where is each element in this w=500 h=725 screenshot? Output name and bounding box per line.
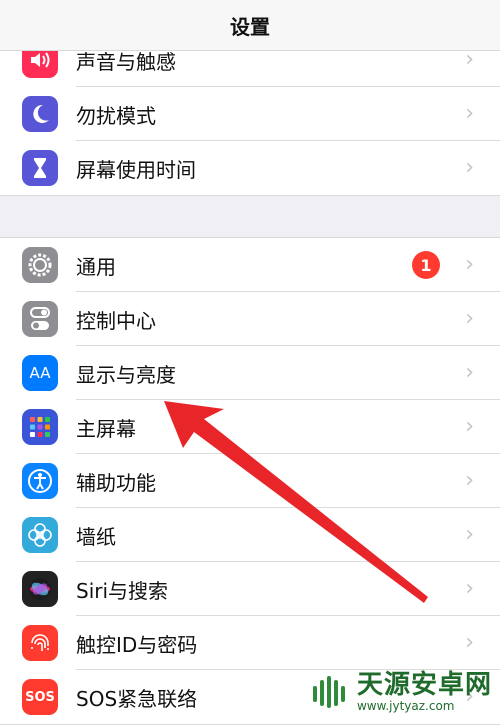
fingerprint-icon: [22, 625, 58, 661]
row-label: 控制中心: [76, 308, 156, 333]
row-home-screen[interactable]: 主屏幕 ›: [0, 400, 500, 454]
row-do-not-disturb[interactable]: 勿扰模式 ›: [0, 87, 500, 141]
chevron-right-icon: ›: [465, 360, 474, 385]
chevron-right-icon: ›: [465, 101, 474, 126]
gear-icon: [22, 247, 58, 283]
row-label: 主屏幕: [76, 416, 136, 441]
toggle-icon: [22, 301, 58, 337]
moon-icon: [22, 96, 58, 132]
row-label: SOS紧急联络: [76, 686, 198, 711]
siri-icon: [22, 571, 58, 607]
nav-bar: 设置: [0, 0, 500, 51]
settings-group-general: 通用 1 › 控制中心 › AA 显示与亮度 › 主屏幕 › 辅助功能 › 墙纸…: [0, 237, 500, 725]
chevron-right-icon: ›: [465, 522, 474, 547]
notification-badge: 1: [412, 251, 440, 279]
accessibility-icon: [22, 463, 58, 499]
watermark-title: 天源安卓网: [356, 670, 492, 700]
row-screen-time[interactable]: 屏幕使用时间 ›: [0, 141, 500, 195]
chevron-right-icon: ›: [465, 155, 474, 180]
chevron-right-icon: ›: [465, 306, 474, 331]
aa-icon-text: AA: [29, 364, 51, 382]
row-display-brightness[interactable]: AA 显示与亮度 ›: [0, 346, 500, 400]
row-label: 显示与亮度: [76, 362, 176, 387]
chevron-right-icon: ›: [465, 414, 474, 439]
row-label: 辅助功能: [76, 470, 156, 495]
chevron-right-icon: ›: [465, 576, 474, 601]
row-label: 墙纸: [76, 524, 116, 549]
row-accessibility[interactable]: 辅助功能 ›: [0, 454, 500, 508]
row-label: 屏幕使用时间: [76, 157, 196, 182]
android-logo-icon: [312, 676, 345, 708]
hourglass-icon: [22, 150, 58, 186]
sos-icon-text: SOS: [25, 689, 55, 705]
row-label: Siri与搜索: [76, 578, 169, 603]
settings-group-sound: 声音与触感 › 勿扰模式 › 屏幕使用时间 ›: [0, 33, 500, 196]
row-siri-search[interactable]: Siri与搜索 ›: [0, 562, 500, 616]
aa-icon: AA: [22, 355, 58, 391]
row-wallpaper[interactable]: 墙纸 ›: [0, 508, 500, 562]
row-touch-id-passcode[interactable]: 触控ID与密码 ›: [0, 616, 500, 670]
row-label: 勿扰模式: [76, 103, 156, 128]
watermark: 天源安卓网 www.jytyaz.com: [311, 670, 492, 714]
page-title: 设置: [230, 14, 270, 39]
sos-icon: SOS: [22, 679, 58, 715]
watermark-url: www.jytyaz.com: [356, 699, 455, 713]
row-label: 通用: [76, 254, 116, 279]
row-control-center[interactable]: 控制中心 ›: [0, 292, 500, 346]
wallpaper-icon: [22, 517, 58, 553]
row-general[interactable]: 通用 1 ›: [0, 238, 500, 292]
chevron-right-icon: ›: [465, 468, 474, 493]
row-label: 触控ID与密码: [76, 632, 198, 657]
home-screen-icon: [22, 409, 58, 445]
chevron-right-icon: ›: [465, 630, 474, 655]
chevron-right-icon: ›: [465, 252, 474, 277]
